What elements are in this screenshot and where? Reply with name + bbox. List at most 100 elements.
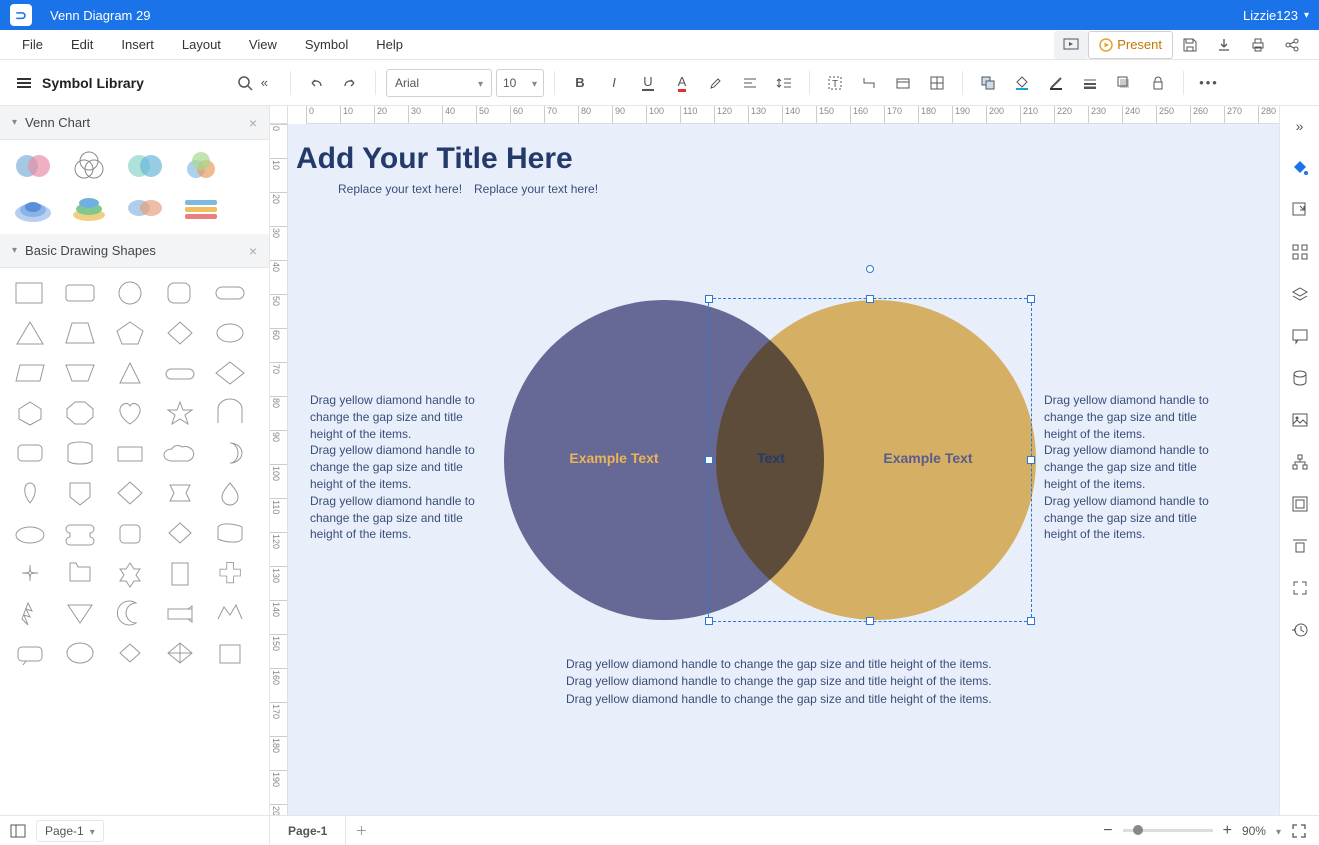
shape-item[interactable]: [212, 278, 248, 308]
shape-item[interactable]: [12, 598, 48, 628]
highlight-button[interactable]: [701, 68, 731, 98]
shape-item[interactable]: [112, 478, 148, 508]
shape-item[interactable]: [62, 358, 98, 388]
resize-handle-bm[interactable]: [866, 617, 874, 625]
fill-color-button[interactable]: [1007, 68, 1037, 98]
zoom-slider[interactable]: [1123, 829, 1213, 832]
italic-button[interactable]: I: [599, 68, 629, 98]
line-style-button[interactable]: [1075, 68, 1105, 98]
shape-item[interactable]: [112, 638, 148, 668]
shape-item[interactable]: [12, 518, 48, 548]
shape-item[interactable]: [62, 518, 98, 548]
page-tab-1[interactable]: Page-1: [270, 816, 346, 845]
venn-label-left[interactable]: Example Text: [544, 450, 684, 466]
collapse-sidebar-icon[interactable]: «: [261, 75, 268, 91]
history-panel-icon[interactable]: [1286, 616, 1314, 644]
align-button[interactable]: [735, 68, 765, 98]
shape-item[interactable]: [212, 358, 248, 388]
font-size-select[interactable]: 10: [496, 69, 544, 97]
zoom-slider-knob[interactable]: [1133, 825, 1143, 835]
shape-item[interactable]: [62, 558, 98, 588]
close-icon[interactable]: ×: [249, 243, 257, 259]
shape-item[interactable]: [162, 318, 198, 348]
shape-item[interactable]: [162, 638, 198, 668]
shape-item[interactable]: [112, 398, 148, 428]
more-button[interactable]: •••: [1194, 68, 1224, 98]
canvas[interactable]: Add Your Title Here Replace your text he…: [288, 124, 1279, 815]
share-button[interactable]: [1275, 31, 1309, 59]
shape-item[interactable]: [212, 638, 248, 668]
shape-item[interactable]: [212, 478, 248, 508]
undo-button[interactable]: [301, 68, 331, 98]
user-menu[interactable]: Lizzie123 ▾: [1243, 8, 1309, 23]
page-selector[interactable]: Page-1: [36, 820, 104, 842]
menu-view[interactable]: View: [235, 30, 291, 60]
table-button[interactable]: [922, 68, 952, 98]
sitemap-panel-icon[interactable]: [1286, 448, 1314, 476]
venn-2-green[interactable]: [124, 150, 166, 182]
zoom-in-button[interactable]: +: [1223, 822, 1232, 840]
shape-item[interactable]: [112, 358, 148, 388]
export-panel-icon[interactable]: [1286, 196, 1314, 224]
image-panel-icon[interactable]: [1286, 406, 1314, 434]
resize-handle-ml[interactable]: [705, 456, 713, 464]
connector-button[interactable]: [854, 68, 884, 98]
close-icon[interactable]: ×: [249, 115, 257, 131]
shape-item[interactable]: [162, 358, 198, 388]
present-button[interactable]: Present: [1088, 31, 1173, 59]
selection-box[interactable]: [708, 298, 1032, 622]
venn-concentric[interactable]: [12, 192, 54, 224]
add-page-button[interactable]: ＋: [346, 822, 376, 839]
shape-item[interactable]: [62, 398, 98, 428]
comment-panel-icon[interactable]: [1286, 322, 1314, 350]
venn-3-color[interactable]: [180, 150, 222, 182]
menu-file[interactable]: File: [8, 30, 57, 60]
shape-item[interactable]: [212, 518, 248, 548]
venn-3-outline[interactable]: [68, 150, 110, 182]
align-panel-icon[interactable]: [1286, 532, 1314, 560]
rotate-handle[interactable]: [866, 265, 874, 273]
fullscreen-button[interactable]: [1291, 823, 1307, 839]
container-button[interactable]: [888, 68, 918, 98]
frame-panel-icon[interactable]: [1286, 490, 1314, 518]
canvas-title[interactable]: Add Your Title Here: [296, 142, 573, 176]
zoom-value[interactable]: 90%: [1242, 824, 1266, 838]
menu-insert[interactable]: Insert: [107, 30, 168, 60]
shape-item[interactable]: [12, 638, 48, 668]
resize-handle-mr[interactable]: [1027, 456, 1035, 464]
shape-item[interactable]: [162, 478, 198, 508]
shape-item[interactable]: [112, 438, 148, 468]
outline-icon[interactable]: [10, 824, 26, 838]
venn-ovals[interactable]: [124, 192, 166, 224]
shape-item[interactable]: [112, 318, 148, 348]
resize-handle-bl[interactable]: [705, 617, 713, 625]
canvas-text-bottom[interactable]: Drag yellow diamond handle to change the…: [566, 656, 1066, 708]
menu-edit[interactable]: Edit: [57, 30, 107, 60]
shape-item[interactable]: [12, 438, 48, 468]
line-spacing-button[interactable]: [769, 68, 799, 98]
shape-item[interactable]: [212, 318, 248, 348]
menu-layout[interactable]: Layout: [168, 30, 235, 60]
shape-item[interactable]: [112, 558, 148, 588]
fullscreen-panel-icon[interactable]: [1286, 574, 1314, 602]
venn-stacked[interactable]: [68, 192, 110, 224]
resize-handle-tl[interactable]: [705, 295, 713, 303]
font-select[interactable]: Arial: [386, 69, 492, 97]
text-box-button[interactable]: T: [820, 68, 850, 98]
canvas-text-left[interactable]: Drag yellow diamond handle to change the…: [310, 392, 480, 543]
apps-panel-icon[interactable]: [1286, 238, 1314, 266]
menu-help[interactable]: Help: [362, 30, 417, 60]
shape-item[interactable]: [62, 638, 98, 668]
shape-item[interactable]: [62, 438, 98, 468]
shape-item[interactable]: [112, 598, 148, 628]
print-button[interactable]: [1241, 31, 1275, 59]
fill-panel-icon[interactable]: [1286, 154, 1314, 182]
group-button[interactable]: [973, 68, 1003, 98]
resize-handle-tm[interactable]: [866, 295, 874, 303]
layers-panel-icon[interactable]: [1286, 280, 1314, 308]
resize-handle-tr[interactable]: [1027, 295, 1035, 303]
download-button[interactable]: [1207, 31, 1241, 59]
lock-button[interactable]: [1143, 68, 1173, 98]
line-color-button[interactable]: [1041, 68, 1071, 98]
search-icon[interactable]: [237, 75, 253, 91]
